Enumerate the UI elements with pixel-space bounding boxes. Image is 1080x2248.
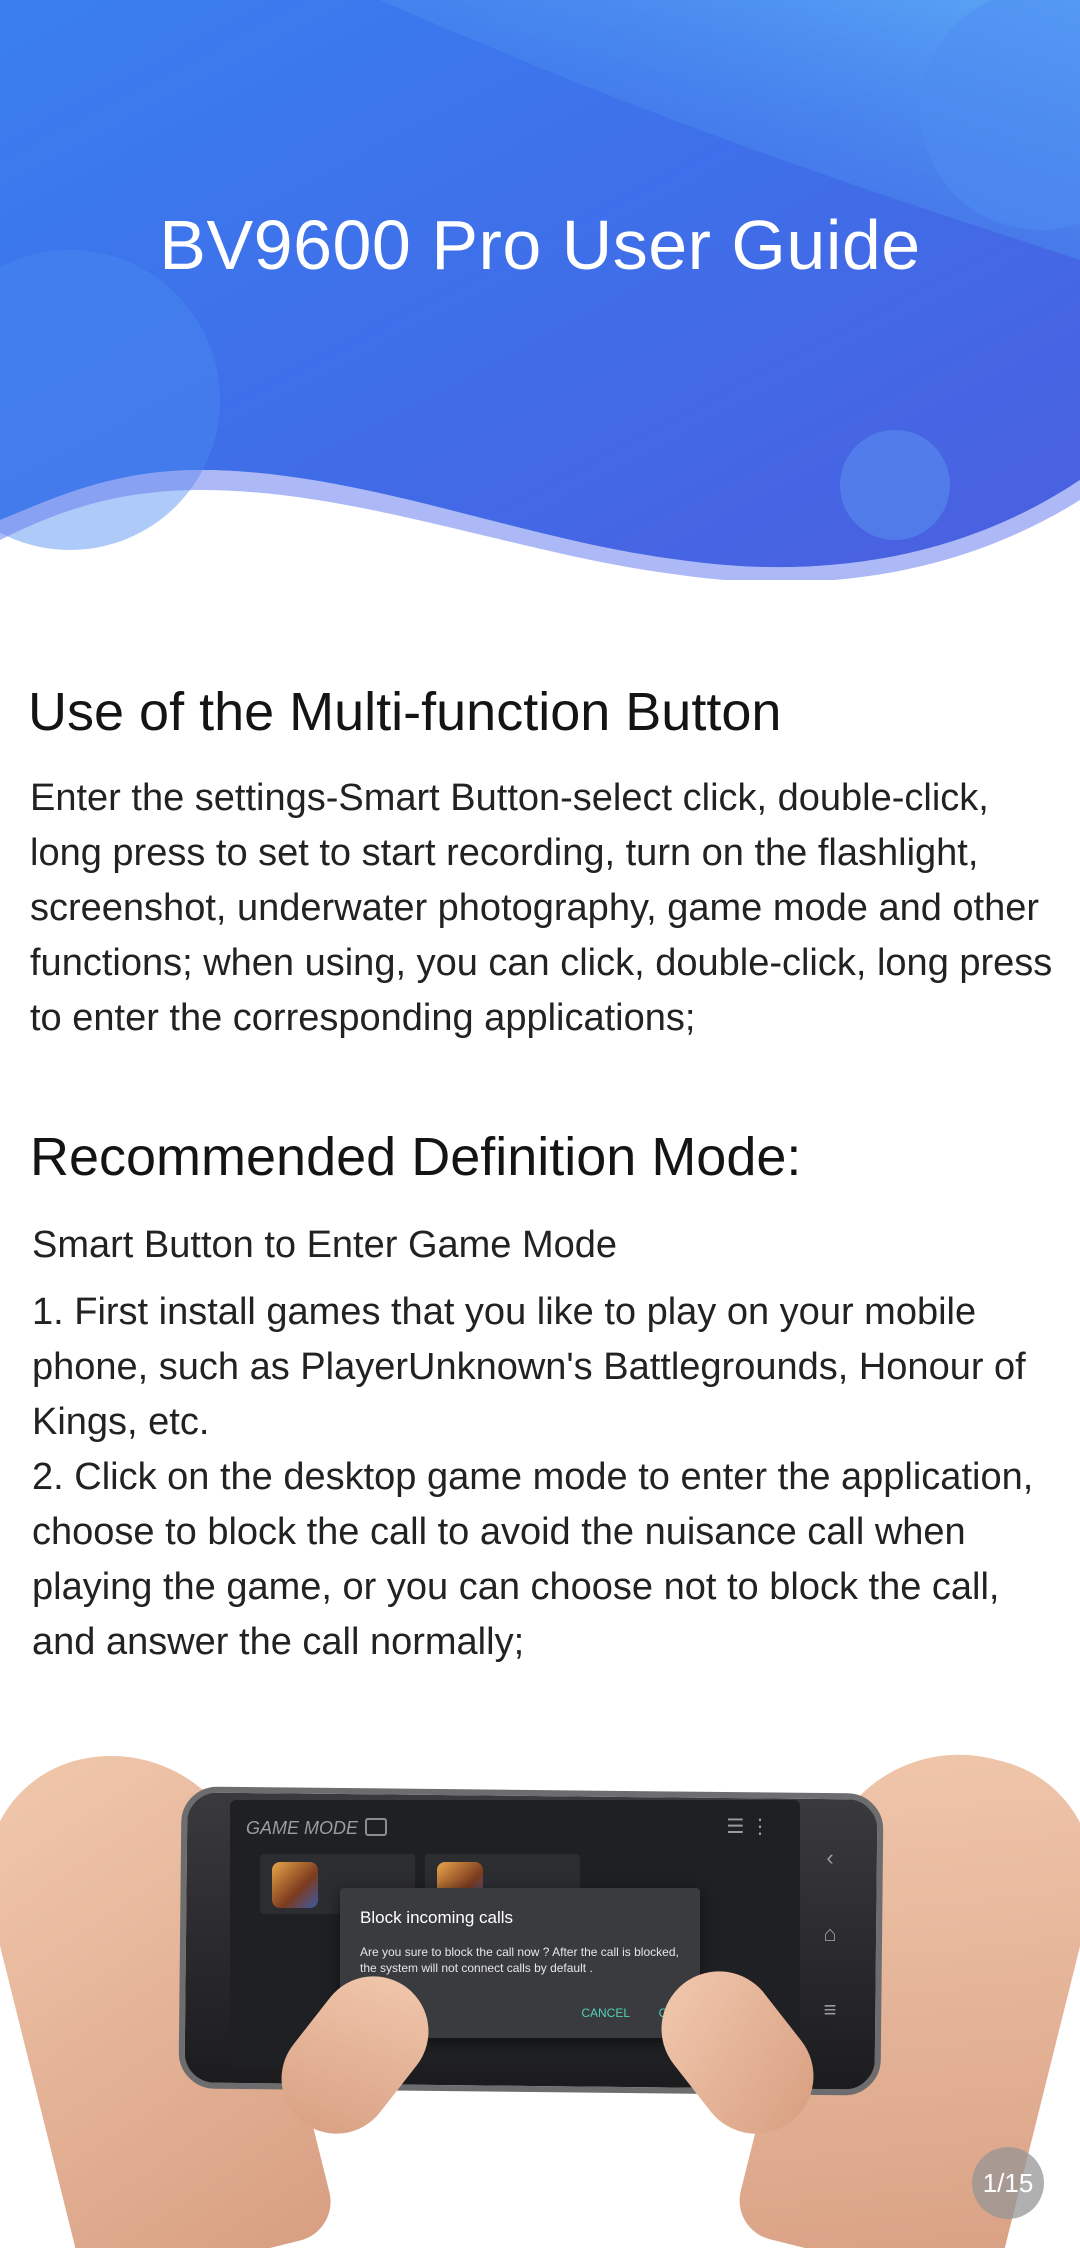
dialog-body: Are you sure to block the call now ? Aft… (360, 1945, 679, 1975)
section-multifunction-button: Use of the Multi-function Button Enter t… (28, 680, 1058, 1046)
phone-in-hands-photo: GAME MODE ☰ ⋮ Block incoming calls Are y… (0, 1690, 1080, 2248)
dialog-title: Block incoming calls (360, 1908, 514, 1927)
gamepad-icon (365, 1818, 387, 1836)
section-title: Use of the Multi-function Button (28, 682, 782, 742)
step-2: 2. Click on the desktop game mode to ent… (32, 1455, 1034, 1663)
page-indicator[interactable]: 1/15 (972, 2147, 1044, 2219)
hero-banner: BV9600 Pro User Guide (0, 0, 1080, 580)
home-icon: ⌂ (823, 1921, 837, 1946)
menu-icon: ≡ (823, 1997, 837, 2022)
section-subheading: Smart Button to Enter Game Mode (32, 1223, 618, 1266)
list-more-icon: ☰ ⋮ (726, 1816, 771, 1838)
step-1: 1. First install games that you like to … (32, 1290, 1026, 1443)
hero-background (0, 0, 1080, 580)
section-recommended-mode: Recommended Definition Mode: Smart Butto… (30, 1125, 1060, 1670)
section-body: Enter the settings-Smart Button-select c… (30, 776, 1053, 1039)
page-title: BV9600 Pro User Guide (159, 206, 921, 284)
game-mode-label: GAME MODE (246, 1818, 359, 1838)
section-title: Recommended Definition Mode: (30, 1127, 802, 1187)
game-app-icon (272, 1862, 318, 1908)
phone-nav-bar: ‹ ⌂ ≡ (810, 1820, 850, 2050)
back-icon: ‹ (826, 1845, 834, 1870)
steps-list: 1. First install games that you like to … (32, 1285, 1060, 1670)
dialog-cancel-button: CANCEL (581, 2006, 630, 2020)
